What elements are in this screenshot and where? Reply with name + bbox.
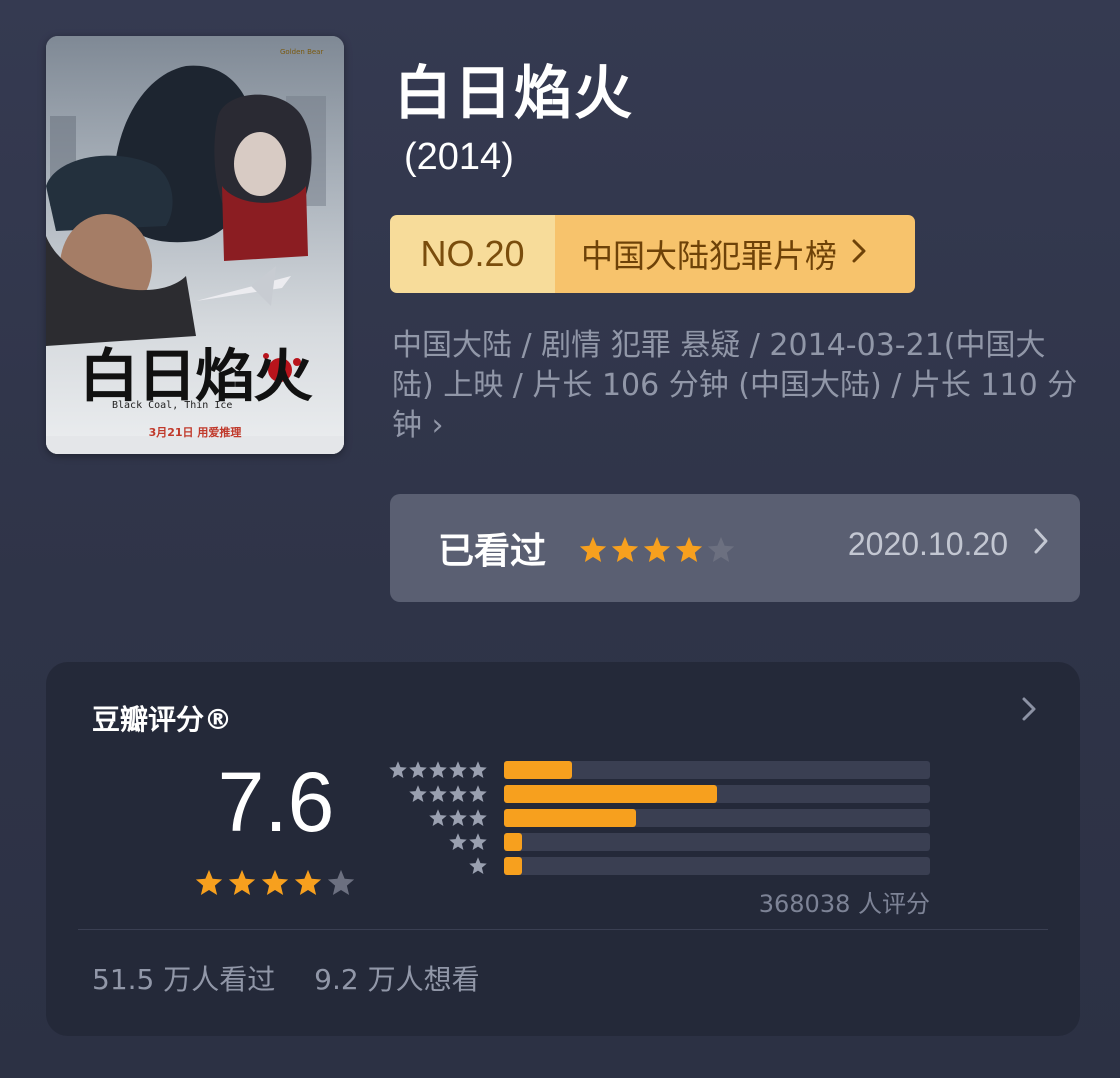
distribution-stars <box>428 808 488 828</box>
distribution-stars <box>388 760 488 780</box>
star-icon <box>469 785 487 802</box>
rating-score: 7.6 <box>217 755 335 849</box>
chevron-right-icon <box>1032 524 1050 567</box>
rating-distribution-row <box>384 784 930 804</box>
watched-count: 51.5 万人看过 <box>92 963 276 996</box>
star-filled-icon <box>643 536 671 562</box>
rating-distribution-row <box>384 856 930 876</box>
star-icon <box>469 833 487 850</box>
star-empty-icon <box>707 536 735 562</box>
douban-rating-card[interactable]: 豆瓣评分® 7.6 368038 人评分 51.5 万人看过 9.2 万人想看 <box>46 662 1080 1036</box>
star-icon <box>429 761 447 778</box>
chevron-right-icon[interactable] <box>1020 694 1038 732</box>
distribution-stars <box>468 856 488 876</box>
star-filled-icon <box>579 536 607 562</box>
star-filled-icon <box>611 536 639 562</box>
watch-status-label: 已看过 <box>438 531 547 572</box>
poster-festival-badge: Golden Bear <box>280 48 324 56</box>
watch-date: 2020.10.20 <box>847 526 1008 562</box>
star-icon <box>389 761 407 778</box>
star-icon <box>429 785 447 802</box>
rank-list-link[interactable]: 中国大陆犯罪片榜 <box>555 215 915 293</box>
movie-title: 白日焰火 <box>394 59 635 127</box>
movie-meta-text: 中国大陆 / 剧情 犯罪 悬疑 / 2014-03-21(中国大陆) 上映 / … <box>392 328 1078 443</box>
poster-english-title: Black Coal, Thin Ice <box>112 400 233 411</box>
rank-list-name: 中国大陆犯罪片榜 <box>581 237 838 275</box>
star-filled-icon <box>675 536 703 562</box>
star-filled-icon <box>195 869 223 895</box>
my-watch-status-card[interactable]: 已看过 2020.10.20 <box>390 494 1080 602</box>
distribution-stars <box>448 832 488 852</box>
rating-distribution-row <box>384 832 930 852</box>
distribution-bar-track <box>504 857 930 875</box>
want-to-watch-count: 9.2 万人想看 <box>314 963 480 996</box>
distribution-bar-fill <box>504 785 717 803</box>
distribution-bar-track <box>504 809 930 827</box>
star-icon <box>469 809 487 826</box>
movie-poster[interactable]: Golden Bear 白日焰火 Black Coal, Thin Ice 3月… <box>46 36 344 454</box>
rank-number: NO.20 <box>390 215 555 293</box>
chevron-right-icon <box>851 237 867 272</box>
rating-count: 368038 人评分 <box>758 890 930 918</box>
rank-badge[interactable]: NO.20 中国大陆犯罪片榜 <box>390 215 915 293</box>
star-icon <box>449 809 467 826</box>
rating-distribution-row <box>384 760 930 780</box>
distribution-bar-fill <box>504 833 522 851</box>
star-icon <box>449 761 467 778</box>
rating-card-title: 豆瓣评分® <box>92 703 233 736</box>
star-icon <box>409 785 427 802</box>
distribution-bar-fill <box>504 809 637 827</box>
divider <box>78 929 1048 930</box>
distribution-bar-track <box>504 785 930 803</box>
star-empty-icon <box>327 869 355 895</box>
star-filled-icon <box>261 869 289 895</box>
chevron-right-icon: › <box>431 408 444 443</box>
star-icon <box>449 833 467 850</box>
rating-distribution-row <box>384 808 930 828</box>
distribution-bar-fill <box>504 761 573 779</box>
movie-detail-page: Golden Bear 白日焰火 Black Coal, Thin Ice 3月… <box>0 0 1120 1078</box>
star-icon <box>409 761 427 778</box>
star-filled-icon <box>294 869 322 895</box>
distribution-stars <box>408 784 488 804</box>
distribution-bar-fill <box>504 857 522 875</box>
rating-distribution <box>384 760 930 885</box>
rating-score-stars <box>194 868 356 898</box>
star-icon <box>469 761 487 778</box>
user-rating-stars <box>578 535 736 565</box>
movie-year: (2014) <box>404 136 514 178</box>
star-icon <box>449 785 467 802</box>
star-icon <box>469 857 487 874</box>
star-icon <box>429 809 447 826</box>
distribution-bar-track <box>504 833 930 851</box>
movie-meta-info[interactable]: 中国大陆 / 剧情 犯罪 悬疑 / 2014-03-21(中国大陆) 上映 / … <box>392 326 1082 446</box>
watch-stats: 51.5 万人看过 9.2 万人想看 <box>92 958 480 998</box>
distribution-bar-track <box>504 761 930 779</box>
poster-release-text: 3月21日 用爱推理 <box>148 426 242 439</box>
star-filled-icon <box>228 869 256 895</box>
